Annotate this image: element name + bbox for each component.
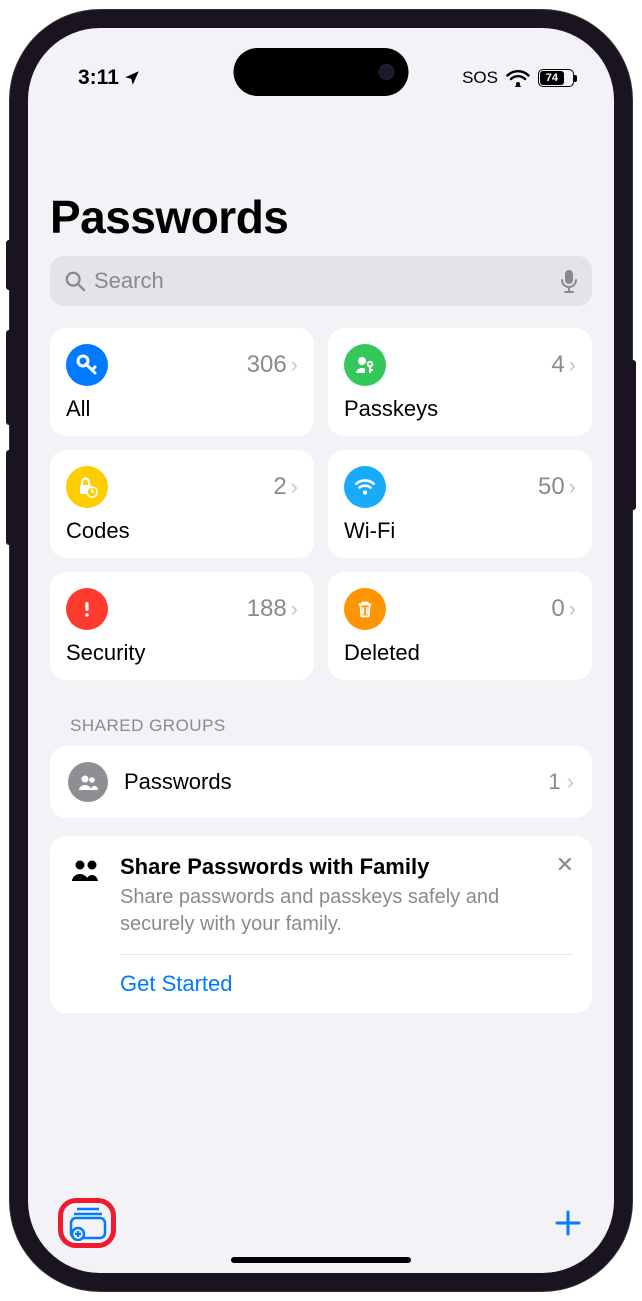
- mute-switch: [6, 240, 12, 290]
- chevron-right-icon: ›: [291, 474, 298, 500]
- tile-security-count: 188: [247, 595, 287, 623]
- chevron-right-icon: ›: [569, 596, 576, 622]
- family-share-promo: Share Passwords with Family Share passwo…: [50, 836, 592, 1013]
- tile-security[interactable]: 188› Security: [50, 572, 314, 680]
- people-icon: [70, 854, 102, 1013]
- tile-all[interactable]: 306› All: [50, 328, 314, 436]
- dynamic-island: [234, 48, 409, 96]
- get-started-button[interactable]: Get Started: [120, 955, 572, 1013]
- volume-up: [6, 330, 12, 425]
- category-grid: 306› All 4› Passkeys: [50, 328, 592, 680]
- chevron-right-icon: ›: [569, 352, 576, 378]
- location-icon: [123, 69, 141, 87]
- shared-group-count: 1: [548, 769, 560, 795]
- tile-deleted-count: 0: [551, 595, 564, 623]
- close-icon[interactable]: ✕: [556, 852, 574, 878]
- shared-group-row[interactable]: Passwords 1 ›: [50, 746, 592, 818]
- dictation-icon[interactable]: [560, 269, 578, 293]
- tile-security-label: Security: [66, 640, 298, 666]
- wifi-circle-icon: [344, 466, 386, 508]
- tile-all-count: 306: [247, 351, 287, 379]
- sos-indicator: SOS: [462, 68, 498, 88]
- screen: 3:11 SOS 74 Passwords: [28, 28, 614, 1273]
- chevron-right-icon: ›: [291, 352, 298, 378]
- alert-icon: [66, 588, 108, 630]
- power-button: [630, 360, 636, 510]
- tile-passkeys-count: 4: [551, 351, 564, 379]
- shared-groups-header: SHARED GROUPS: [50, 710, 592, 746]
- tile-passkeys[interactable]: 4› Passkeys: [328, 328, 592, 436]
- tile-deleted[interactable]: 0› Deleted: [328, 572, 592, 680]
- chevron-right-icon: ›: [567, 769, 574, 795]
- iphone-frame: 3:11 SOS 74 Passwords: [10, 10, 632, 1291]
- status-time: 3:11: [78, 66, 119, 90]
- group-icon: [68, 762, 108, 802]
- lock-clock-icon: [66, 466, 108, 508]
- add-button[interactable]: [552, 1207, 584, 1239]
- wifi-icon: [506, 69, 530, 87]
- home-indicator[interactable]: [231, 1257, 411, 1263]
- battery-icon: 74: [538, 69, 574, 87]
- page-title: Passwords: [50, 190, 592, 244]
- battery-level: 74: [540, 71, 564, 85]
- promo-title: Share Passwords with Family: [120, 854, 572, 880]
- search-icon: [64, 270, 86, 292]
- tile-wifi[interactable]: 50› Wi-Fi: [328, 450, 592, 558]
- tile-codes-count: 2: [273, 473, 286, 501]
- chevron-right-icon: ›: [291, 596, 298, 622]
- tile-wifi-label: Wi-Fi: [344, 518, 576, 544]
- tile-passkeys-label: Passkeys: [344, 396, 576, 422]
- tile-deleted-label: Deleted: [344, 640, 576, 666]
- search-input[interactable]: [94, 268, 552, 294]
- trash-icon: [344, 588, 386, 630]
- tile-all-label: All: [66, 396, 298, 422]
- shared-group-label: Passwords: [124, 769, 532, 795]
- tile-codes[interactable]: 2› Codes: [50, 450, 314, 558]
- tile-wifi-count: 50: [538, 473, 565, 501]
- key-icon: [66, 344, 108, 386]
- search-field[interactable]: [50, 256, 592, 306]
- tile-codes-label: Codes: [66, 518, 298, 544]
- promo-description: Share passwords and passkeys safely and …: [120, 884, 572, 955]
- volume-down: [6, 450, 12, 545]
- passkey-icon: [344, 344, 386, 386]
- chevron-right-icon: ›: [569, 474, 576, 500]
- new-group-button[interactable]: [58, 1198, 116, 1248]
